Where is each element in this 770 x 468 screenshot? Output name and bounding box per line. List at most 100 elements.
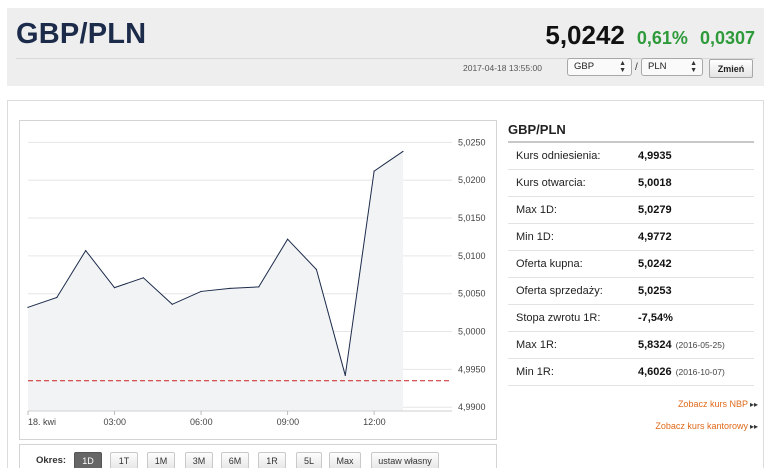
stats-value: 5,8324 (2016-05-25) bbox=[638, 339, 725, 351]
chart-area bbox=[27, 150, 404, 411]
chart-container: 5,0250 5,0200 5,0150 5,0100 5,0050 5,0000 4,99… bbox=[19, 120, 497, 440]
stats-label: Oferta kupna: bbox=[516, 258, 583, 270]
data-point bbox=[315, 268, 318, 271]
change-absolute: 0,0307 bbox=[699, 28, 755, 48]
y-axis: 5,0250 5,0200 5,0150 5,0100 5,0050 5,0000 4,99… bbox=[458, 137, 486, 412]
stats-row: Oferta kupna: 5,0242 bbox=[508, 251, 754, 278]
stats-row: Max 1R: 5,8324 (2016-05-25) bbox=[508, 332, 754, 359]
stats-label: Max 1D: bbox=[516, 204, 557, 216]
stats-value: 4,6026 (2016-10-07) bbox=[638, 366, 725, 378]
stats-label: Kurs odniesienia: bbox=[516, 150, 601, 162]
period-button-1m[interactable]: 1M bbox=[147, 452, 175, 468]
stats-label: Min 1R: bbox=[516, 366, 554, 378]
stats-value-text: 4,9772 bbox=[638, 231, 672, 243]
stats-label: Min 1D: bbox=[516, 231, 554, 243]
stats-label: Kurs otwarcia: bbox=[516, 177, 586, 189]
change-percent: 0,61% bbox=[636, 28, 688, 48]
stats-row: Oferta sprzedaży: 5,0253 bbox=[508, 278, 754, 305]
price-chart[interactable]: 5,0250 5,0200 5,0150 5,0100 5,0050 5,0000 4,99… bbox=[20, 121, 496, 439]
stats-value-text: 5,0253 bbox=[638, 285, 672, 297]
y-tick-label: 5,0000 bbox=[458, 327, 486, 337]
x-tick-label: 06:00 bbox=[190, 417, 213, 427]
stats-row: Kurs otwarcia: 5,0018 bbox=[508, 170, 754, 197]
data-point bbox=[56, 296, 58, 299]
data-point bbox=[258, 286, 260, 288]
from-currency-value: GBP bbox=[574, 61, 595, 72]
select-arrows-icon: ▲ ▼ bbox=[619, 60, 626, 74]
stats-value-text: 5,8324 bbox=[638, 339, 672, 351]
y-tick-label: 5,0200 bbox=[458, 175, 486, 185]
to-currency-select[interactable]: PLN ▲ ▼ bbox=[641, 58, 703, 76]
stats-date: (2016-10-07) bbox=[675, 367, 725, 377]
y-tick-label: 4,9950 bbox=[458, 364, 486, 374]
stats-label: Stopa zwrotu 1R: bbox=[516, 312, 601, 324]
stats-value: 5,0242 bbox=[638, 258, 672, 270]
y-tick-label: 5,0150 bbox=[458, 213, 486, 223]
stats-value-text: 5,0279 bbox=[638, 204, 672, 216]
stats-value-text: 5,0242 bbox=[638, 258, 672, 270]
x-tick-label: 09:00 bbox=[277, 417, 300, 427]
stats-label: Max 1R: bbox=[516, 339, 557, 351]
period-button-1d[interactable]: 1D bbox=[74, 452, 102, 468]
to-currency-value: PLN bbox=[648, 61, 667, 72]
double-arrow-icon: ▸▸ bbox=[749, 422, 758, 431]
exchange-rate-link-text: Zobacz kurs kantorowy bbox=[655, 421, 748, 431]
stats-value: 4,9772 bbox=[638, 231, 672, 243]
period-label: Okres: bbox=[36, 455, 67, 466]
stats-value-text: 5,0018 bbox=[638, 177, 672, 189]
stats-row: Min 1R: 4,6026 (2016-10-07) bbox=[508, 359, 754, 386]
data-point bbox=[85, 249, 87, 252]
current-price: 5,0242 bbox=[545, 20, 625, 50]
data-point bbox=[344, 374, 346, 377]
x-tick-label: 18. kwi bbox=[28, 417, 56, 427]
stats-value: 5,0018 bbox=[638, 177, 672, 189]
stats-value-text: 4,6026 bbox=[638, 366, 672, 378]
select-arrows-icon: ▲ ▼ bbox=[690, 60, 697, 74]
y-tick-label: 5,0100 bbox=[458, 251, 486, 261]
data-point bbox=[373, 170, 375, 172]
period-button-ustaw-własny[interactable]: ustaw własny bbox=[371, 452, 439, 468]
quote-timestamp: 2017-04-18 13:55:00 bbox=[463, 63, 542, 73]
stats-row: Min 1D: 4,9772 bbox=[508, 224, 754, 251]
y-tick-label: 4,9900 bbox=[458, 402, 486, 412]
stats-value-text: -7,54% bbox=[638, 312, 673, 324]
stats-label: Oferta sprzedaży: bbox=[516, 285, 603, 297]
x-axis: 18. kwi 03:00 06:00 09:00 12:00 bbox=[27, 410, 452, 427]
nbp-rate-link[interactable]: Zobacz kurs NBP ▸▸ bbox=[678, 399, 758, 409]
period-button-5l[interactable]: 5L bbox=[296, 452, 322, 468]
currency-separator: / bbox=[635, 62, 638, 73]
double-arrow-icon: ▸▸ bbox=[749, 400, 758, 409]
stats-value-text: 4,9935 bbox=[638, 150, 672, 162]
data-point bbox=[200, 290, 202, 293]
x-tick-label: 03:00 bbox=[104, 417, 127, 427]
stats-value: 4,9935 bbox=[638, 150, 672, 162]
stats-date: (2016-05-25) bbox=[675, 340, 725, 350]
stats-row: Max 1D: 5,0279 bbox=[508, 197, 754, 224]
period-button-1r[interactable]: 1R bbox=[258, 452, 286, 468]
x-tick-label: 12:00 bbox=[363, 417, 386, 427]
period-button-1t[interactable]: 1T bbox=[110, 452, 138, 468]
y-tick-label: 5,0250 bbox=[458, 137, 486, 147]
data-point bbox=[402, 150, 404, 153]
data-point bbox=[27, 306, 29, 308]
period-button-max[interactable]: Max bbox=[329, 452, 361, 468]
stats-value: 5,0279 bbox=[638, 204, 672, 216]
from-currency-select[interactable]: GBP ▲ ▼ bbox=[567, 58, 632, 76]
stats-table: Kurs odniesienia: 4,9935 Kurs otwarcia: 5,0… bbox=[508, 143, 754, 386]
stats-title: GBP/PLN bbox=[508, 122, 566, 137]
data-point bbox=[142, 277, 144, 279]
period-button-3m[interactable]: 3M bbox=[185, 452, 213, 468]
exchange-rate-link[interactable]: Zobacz kurs kantorowy ▸▸ bbox=[655, 421, 758, 431]
data-point bbox=[171, 303, 173, 305]
price-block: 5,0242 0,61% 0,0307 bbox=[545, 20, 755, 51]
chart-area-fill bbox=[28, 151, 403, 411]
stats-value: 5,0253 bbox=[638, 285, 672, 297]
stats-value: -7,54% bbox=[638, 312, 673, 324]
period-button-6m[interactable]: 6M bbox=[221, 452, 249, 468]
period-selector: Okres: 1D 1T 1M 3M 6M 1R 5L Max ustaw własny bbox=[19, 444, 497, 468]
data-point bbox=[286, 238, 289, 240]
stats-row: Stopa zwrotu 1R: -7,54% bbox=[508, 305, 754, 332]
nbp-rate-link-text: Zobacz kurs NBP bbox=[677, 399, 748, 409]
change-pair-button[interactable]: Zmień bbox=[709, 59, 753, 78]
pair-title: GBP/PLN bbox=[16, 18, 147, 50]
